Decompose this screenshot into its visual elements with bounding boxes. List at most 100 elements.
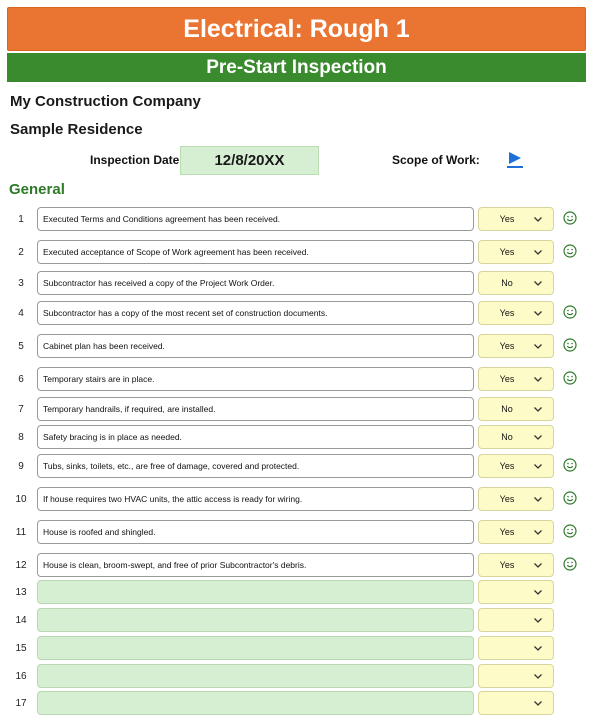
row-number: 15 bbox=[15, 642, 27, 654]
smiley-icon bbox=[563, 371, 577, 385]
chevron-down-icon bbox=[534, 281, 542, 286]
answer-select[interactable]: Yes bbox=[478, 334, 554, 358]
play-triangle-icon bbox=[509, 152, 521, 164]
row-number: 9 bbox=[18, 460, 24, 472]
chevron-down-icon bbox=[534, 344, 542, 349]
answer-value: No bbox=[501, 432, 513, 442]
chevron-down-icon bbox=[534, 563, 542, 568]
smiley-icon bbox=[563, 458, 577, 472]
answer-select[interactable]: Yes bbox=[478, 454, 554, 478]
row-number: 5 bbox=[18, 340, 24, 352]
checklist-row: 14 bbox=[0, 608, 594, 632]
answer-select[interactable]: Yes bbox=[478, 207, 554, 231]
item-text-field[interactable] bbox=[37, 691, 474, 715]
answer-select[interactable]: Yes bbox=[478, 520, 554, 544]
answer-value bbox=[479, 665, 535, 687]
row-number: 11 bbox=[15, 526, 27, 538]
row-number: 4 bbox=[18, 307, 24, 319]
scope-of-work-link[interactable] bbox=[506, 152, 524, 168]
item-text-field[interactable]: Subcontractor has received a copy of the… bbox=[37, 271, 474, 295]
answer-select[interactable] bbox=[478, 691, 554, 715]
smiley-icon bbox=[563, 491, 577, 505]
chevron-down-icon bbox=[534, 407, 542, 412]
row-number: 13 bbox=[15, 586, 27, 598]
item-text-field[interactable]: Safety bracing is in place as needed. bbox=[37, 425, 474, 449]
item-text-field[interactable] bbox=[37, 608, 474, 632]
item-text-field[interactable] bbox=[37, 636, 474, 660]
checklist-row: 17 bbox=[0, 691, 594, 715]
answer-select[interactable]: Yes bbox=[478, 240, 554, 264]
row-number: 8 bbox=[18, 431, 24, 443]
item-text-field[interactable] bbox=[37, 664, 474, 688]
answer-value: Yes bbox=[499, 527, 515, 537]
checklist-row: 12 House is clean, broom-swept, and free … bbox=[0, 553, 594, 577]
item-text-field[interactable]: Tubs, sinks, toilets, etc., are free of … bbox=[37, 454, 474, 478]
answer-value bbox=[479, 609, 535, 631]
answer-select[interactable]: Yes bbox=[478, 301, 554, 325]
residence-name: Sample Residence bbox=[10, 121, 143, 138]
chevron-down-icon bbox=[534, 590, 542, 595]
chevron-down-icon bbox=[534, 530, 542, 535]
answer-value: Yes bbox=[499, 374, 515, 384]
smiley-icon bbox=[563, 524, 577, 538]
page-subtitle: Pre-Start Inspection bbox=[7, 53, 586, 82]
checklist-row: 1 Executed Terms and Conditions agreement… bbox=[0, 207, 594, 231]
chevron-down-icon bbox=[534, 674, 542, 679]
checklist-row: 15 bbox=[0, 636, 594, 660]
scope-of-work-label: Scope of Work: bbox=[392, 153, 480, 167]
answer-select[interactable]: No bbox=[478, 271, 554, 295]
chevron-down-icon bbox=[534, 311, 542, 316]
checklist-row: 16 bbox=[0, 664, 594, 688]
checklist-row: 2 Executed acceptance of Scope of Work ag… bbox=[0, 240, 594, 264]
answer-value: No bbox=[501, 404, 513, 414]
link-underline bbox=[507, 166, 523, 168]
answer-select[interactable] bbox=[478, 636, 554, 660]
answer-select[interactable] bbox=[478, 664, 554, 688]
answer-select[interactable]: No bbox=[478, 425, 554, 449]
checklist-row: 4 Subcontractor has a copy of the most re… bbox=[0, 301, 594, 325]
row-number: 3 bbox=[18, 277, 24, 289]
answer-value: No bbox=[501, 278, 513, 288]
row-number: 7 bbox=[18, 403, 24, 415]
answer-value bbox=[479, 581, 535, 603]
answer-select[interactable]: Yes bbox=[478, 553, 554, 577]
answer-value: Yes bbox=[499, 341, 515, 351]
smiley-icon bbox=[563, 338, 577, 352]
answer-select[interactable]: Yes bbox=[478, 367, 554, 391]
smiley-icon bbox=[563, 244, 577, 258]
checklist-row: 10 If house requires two HVAC units, the … bbox=[0, 487, 594, 511]
item-text-field[interactable]: House is roofed and shingled. bbox=[37, 520, 474, 544]
chevron-down-icon bbox=[534, 701, 542, 706]
row-number: 10 bbox=[15, 493, 27, 505]
answer-select[interactable]: No bbox=[478, 397, 554, 421]
checklist-row: 6 Temporary stairs are in place. Yes bbox=[0, 367, 594, 391]
item-text-field[interactable]: Subcontractor has a copy of the most rec… bbox=[37, 301, 474, 325]
answer-select[interactable]: Yes bbox=[478, 487, 554, 511]
item-text-field[interactable]: Temporary handrails, if required, are in… bbox=[37, 397, 474, 421]
inspection-date-field[interactable]: 12/8/20XX bbox=[180, 146, 319, 175]
item-text-field[interactable]: Executed acceptance of Scope of Work agr… bbox=[37, 240, 474, 264]
answer-value bbox=[479, 637, 535, 659]
checklist-row: 3 Subcontractor has received a copy of th… bbox=[0, 271, 594, 295]
answer-value: Yes bbox=[499, 214, 515, 224]
row-number: 17 bbox=[15, 697, 27, 709]
row-number: 6 bbox=[18, 373, 24, 385]
item-text-field[interactable]: Temporary stairs are in place. bbox=[37, 367, 474, 391]
chevron-down-icon bbox=[534, 250, 542, 255]
chevron-down-icon bbox=[534, 435, 542, 440]
answer-select[interactable] bbox=[478, 580, 554, 604]
item-text-field[interactable]: If house requires two HVAC units, the at… bbox=[37, 487, 474, 511]
item-text-field[interactable]: Cabinet plan has been received. bbox=[37, 334, 474, 358]
checklist-row: 7 Temporary handrails, if required, are i… bbox=[0, 397, 594, 421]
chevron-down-icon bbox=[534, 217, 542, 222]
chevron-down-icon bbox=[534, 377, 542, 382]
checklist-row: 8 Safety bracing is in place as needed. No bbox=[0, 425, 594, 449]
item-text-field[interactable]: House is clean, broom-swept, and free of… bbox=[37, 553, 474, 577]
item-text-field[interactable]: Executed Terms and Conditions agreement … bbox=[37, 207, 474, 231]
checklist-row: 11 House is roofed and shingled. Yes bbox=[0, 520, 594, 544]
answer-value: Yes bbox=[499, 247, 515, 257]
company-name: My Construction Company bbox=[10, 93, 201, 110]
answer-select[interactable] bbox=[478, 608, 554, 632]
item-text-field[interactable] bbox=[37, 580, 474, 604]
row-number: 12 bbox=[15, 559, 27, 571]
